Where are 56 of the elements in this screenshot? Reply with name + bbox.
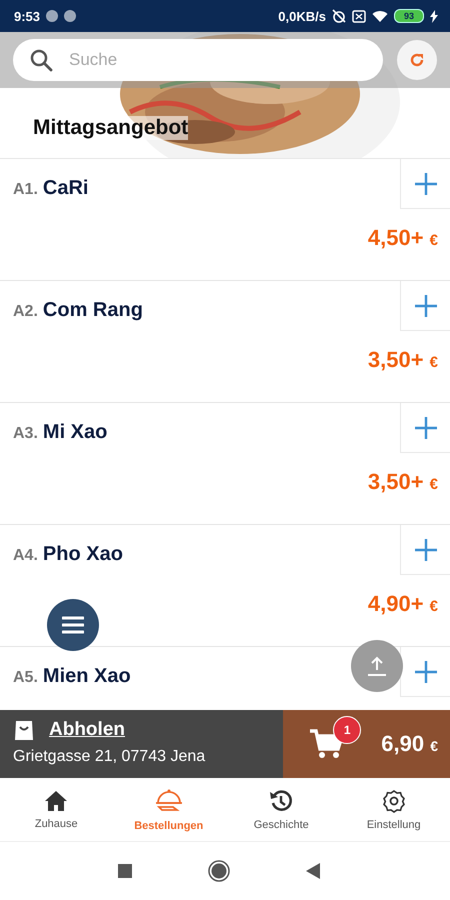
plus-icon — [414, 660, 438, 684]
history-icon — [269, 788, 294, 812]
add-button[interactable] — [400, 281, 450, 331]
section-title: Mittagsangebot — [33, 116, 188, 140]
add-button[interactable] — [400, 403, 450, 453]
item-name[interactable]: Pho Xao — [42, 543, 123, 566]
clock: 9:53 — [14, 8, 40, 24]
home-icon — [44, 790, 68, 812]
plus-icon — [414, 538, 438, 562]
charging-icon — [430, 10, 438, 22]
add-button[interactable] — [400, 525, 450, 575]
pickup-address: Grietgasse 21, 07743 Jena — [13, 748, 206, 766]
plus-icon — [414, 172, 438, 196]
cart-button[interactable]: 1 — [309, 716, 362, 760]
nav-tab[interactable]: Geschichte — [225, 778, 338, 841]
notification-icon — [64, 10, 76, 22]
item-price: 3,50+ € — [368, 469, 438, 495]
nav-tab[interactable]: Zuhause — [0, 778, 112, 841]
settings-icon — [382, 788, 406, 812]
add-button[interactable] — [400, 647, 450, 697]
search-icon — [29, 48, 53, 72]
item-code: A4. — [13, 547, 38, 565]
plus-icon — [414, 294, 438, 318]
menu-button[interactable] — [47, 599, 99, 651]
item-code: A3. — [13, 425, 38, 443]
upload-icon — [366, 655, 388, 677]
item-name[interactable]: CaRi — [42, 177, 88, 200]
item-code: A1. — [13, 181, 38, 199]
wifi-icon — [372, 10, 388, 22]
back-button[interactable] — [306, 863, 320, 879]
food-cover-icon — [154, 788, 184, 814]
item-price: 4,90+ € — [368, 591, 438, 617]
pickup-link[interactable]: Abholen — [49, 719, 125, 741]
scroll-top-button[interactable] — [351, 640, 403, 692]
battery-icon: 93 — [394, 9, 424, 23]
item-price: 4,50+ € — [368, 225, 438, 251]
item-price: 3,50+ € — [368, 347, 438, 373]
nav-tab[interactable]: Einstellung — [338, 778, 450, 841]
sim-icon — [352, 10, 366, 22]
menu-icon — [62, 616, 84, 634]
item-code: A5. — [13, 669, 38, 687]
network-speed: 0,0KB/s — [278, 8, 326, 24]
cart-total: 6,90 € — [381, 731, 438, 757]
refresh-icon — [408, 51, 426, 69]
item-name[interactable]: Mien Xao — [42, 665, 131, 688]
cart-count-badge: 1 — [333, 716, 362, 744]
bag-icon — [13, 718, 35, 742]
add-button[interactable] — [400, 159, 450, 209]
alarm-off-icon — [332, 9, 346, 23]
plus-icon — [414, 416, 438, 440]
search-bar[interactable]: Suche — [13, 39, 383, 81]
notification-icon — [46, 10, 58, 22]
item-name[interactable]: Com Rang — [42, 299, 143, 322]
item-name[interactable]: Mi Xao — [42, 421, 108, 444]
item-code: A2. — [13, 303, 38, 321]
home-button[interactable] — [208, 860, 230, 882]
